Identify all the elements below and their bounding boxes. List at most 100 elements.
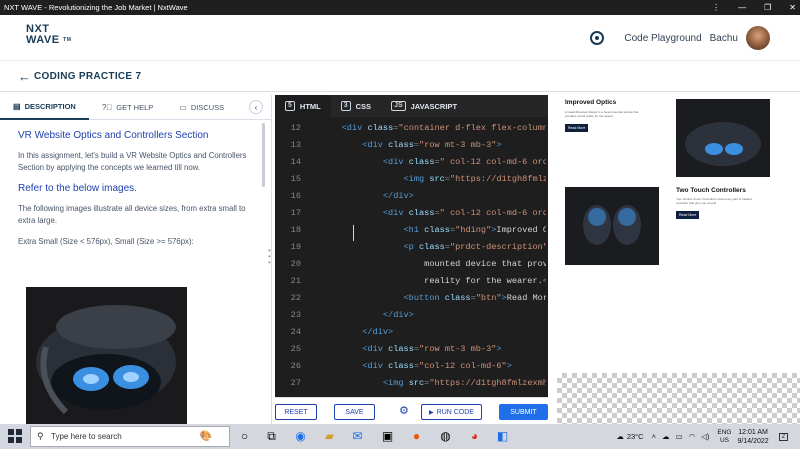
code-line[interactable]: 27 <img src="https://d1tgh8fmlzexmh. <box>275 378 548 395</box>
run-code-button[interactable]: ▶ RUN CODE <box>421 404 482 420</box>
code-editor[interactable]: 5 HTML 3 CSS JS JAVASCRIPT 12 <div class… <box>275 95 548 397</box>
nxtwave-logo[interactable]: NXT WAVE TM <box>26 24 71 46</box>
weather-icon[interactable]: ☁ <box>616 432 624 441</box>
code-line[interactable]: 22 <button class="btn">Read More <box>275 293 548 310</box>
camera-icon[interactable]: ▣ <box>380 429 395 444</box>
reset-button[interactable]: RESET <box>275 404 317 420</box>
line-number: 21 <box>290 276 301 286</box>
tab-html[interactable]: 5 HTML <box>275 95 331 117</box>
submit-button[interactable]: SUBMIT <box>499 404 548 420</box>
app-header: NXT WAVE TM Code Playground Bachu <box>0 15 800 61</box>
left-tabs: ▤ DESCRIPTION ?⃝ GET HELP ▭ DISCUSS ‹ <box>0 95 271 120</box>
language-indicator[interactable]: ENG US <box>717 429 731 445</box>
code-line[interactable]: 17 <div class=" col-12 col-md-6 orde <box>275 208 548 225</box>
code-token: "btn" <box>475 293 502 303</box>
code-token: Improved Op <box>496 225 546 235</box>
line-code: <h1 class="hding">Improved Op <box>321 225 546 235</box>
line-number: 19 <box>290 242 301 252</box>
user-name[interactable]: Bachu <box>710 33 738 44</box>
code-token: "container d-flex flex-column <box>398 123 546 133</box>
code-line[interactable]: 14 <div class=" col-12 col-md-6 orde <box>275 157 548 174</box>
chrome-icon[interactable]: ◕ <box>467 429 482 444</box>
code-token: <img <box>403 174 430 184</box>
avatar[interactable] <box>746 26 770 50</box>
temperature[interactable]: 23°C <box>627 432 644 441</box>
code-line[interactable]: 16 </div> <box>275 191 548 208</box>
code-playground-link[interactable]: Code Playground <box>624 33 701 44</box>
description-scrollbar[interactable] <box>262 123 265 187</box>
line-code: <div class="col-12 col-md-6"> <box>321 361 546 371</box>
code-line[interactable]: 25 <div class="row mt-3 mb-3"> <box>275 344 548 361</box>
lang-line1: ENG <box>717 428 732 436</box>
code-line[interactable]: 15 <img src="https://d1tgh8fmlze <box>275 174 548 191</box>
tab-label: JAVASCRIPT <box>410 101 458 111</box>
preview-read-more-2[interactable]: Read More <box>676 211 700 219</box>
code-line[interactable]: 20 mounted device that provi <box>275 259 548 276</box>
code-token: src <box>429 174 445 184</box>
code-line[interactable]: 13 <div class="row mt-3 mb-3"> <box>275 140 548 157</box>
chat-icon: ▭ <box>179 102 187 112</box>
code-line[interactable]: 21 reality for the wearer.</ <box>275 276 548 293</box>
minimize-icon[interactable]: — <box>738 3 746 12</box>
code-token: <div <box>341 123 368 133</box>
code-token: class <box>408 208 435 218</box>
tab-discuss[interactable]: ▭ DISCUSS <box>166 95 237 120</box>
extra-small-label: Extra Small (Size < 576px), Small (Size … <box>18 237 194 246</box>
app-icon[interactable]: ◍ <box>438 429 453 444</box>
chevron-up-icon[interactable]: ˄ <box>652 432 656 441</box>
tab-css[interactable]: 3 CSS <box>331 95 381 117</box>
code-token: class <box>444 293 471 303</box>
mail-icon[interactable]: ✉ <box>350 429 365 444</box>
task-view-icon[interactable]: ⧉ <box>264 429 279 444</box>
edge-icon[interactable]: ◉ <box>293 429 308 444</box>
line-code: <button class="btn">Read More <box>321 293 546 303</box>
line-number: 23 <box>290 310 301 320</box>
lang-line2: US <box>719 436 729 444</box>
back-arrow-icon[interactable]: ← <box>18 69 31 84</box>
tab-javascript[interactable]: JS JAVASCRIPT <box>381 95 467 117</box>
streak-icon[interactable] <box>590 31 605 45</box>
code-token: </div> <box>382 191 414 201</box>
description-panel: ▤ DESCRIPTION ?⃝ GET HELP ▭ DISCUSS ‹ VR… <box>0 95 272 424</box>
panel-resize-handle[interactable]: • • • <box>268 247 272 270</box>
more-options-icon[interactable]: ⋮ <box>712 3 720 12</box>
save-button[interactable]: SAVE <box>334 404 375 420</box>
collapse-panel-button[interactable]: ‹ <box>249 100 263 114</box>
code-line[interactable]: 18 <h1 class="hding">Improved Op <box>275 225 548 242</box>
preview-read-more-1[interactable]: Read More <box>565 124 589 132</box>
windows-start-icon[interactable] <box>8 429 22 443</box>
code-line[interactable]: 26 <div class="col-12 col-md-6"> <box>275 361 548 378</box>
maximize-icon[interactable]: ❐ <box>764 3 771 12</box>
code-token: <img <box>382 378 409 388</box>
cortana-icon[interactable]: ○ <box>237 429 252 444</box>
clock[interactable]: 12:01 AM 9/14/2022 <box>738 428 769 446</box>
help-icon: ?⃝ <box>101 102 113 112</box>
volume-icon[interactable]: ◁) <box>701 432 709 441</box>
preview-controllers-title: Two Touch Controllers <box>676 187 746 194</box>
network-icon[interactable]: ▭ <box>676 432 683 441</box>
line-code: </div> <box>321 310 546 320</box>
file-explorer-icon[interactable]: ▰ <box>322 429 337 444</box>
firefox-icon[interactable]: ● <box>409 429 424 444</box>
close-icon[interactable]: ✕ <box>789 3 796 12</box>
code-token: <div <box>382 208 409 218</box>
code-line[interactable]: 24 </div> <box>275 327 548 344</box>
code-token: reality for the wearer. <box>424 276 543 286</box>
code-lines[interactable]: 12 <div class="container d-flex flex-col… <box>275 123 548 397</box>
code-token: class <box>367 123 394 133</box>
gear-icon[interactable]: ⚙ <box>399 404 409 417</box>
cloud-icon[interactable]: ☁ <box>662 432 670 441</box>
notification-icon[interactable]: 2 <box>778 432 788 441</box>
code-line[interactable]: 19 <p class="prdct-description"> <box>275 242 548 259</box>
taskbar-widget-icon[interactable]: 🎨 <box>186 429 226 444</box>
tab-get-help[interactable]: ?⃝ GET HELP <box>89 95 166 120</box>
code-token: "prdct-description" <box>449 242 546 252</box>
code-line[interactable]: 12 <div class="container d-flex flex-col… <box>275 123 548 140</box>
code-line[interactable]: 23 </div> <box>275 310 548 327</box>
code-token: <div <box>382 157 409 167</box>
wifi-icon[interactable]: ◠ <box>689 432 696 441</box>
vscode-icon[interactable]: ◧ <box>495 429 510 444</box>
logo-tm: TM <box>63 37 72 43</box>
code-token: <h1 <box>403 225 425 235</box>
tab-description[interactable]: ▤ DESCRIPTION <box>0 95 89 120</box>
